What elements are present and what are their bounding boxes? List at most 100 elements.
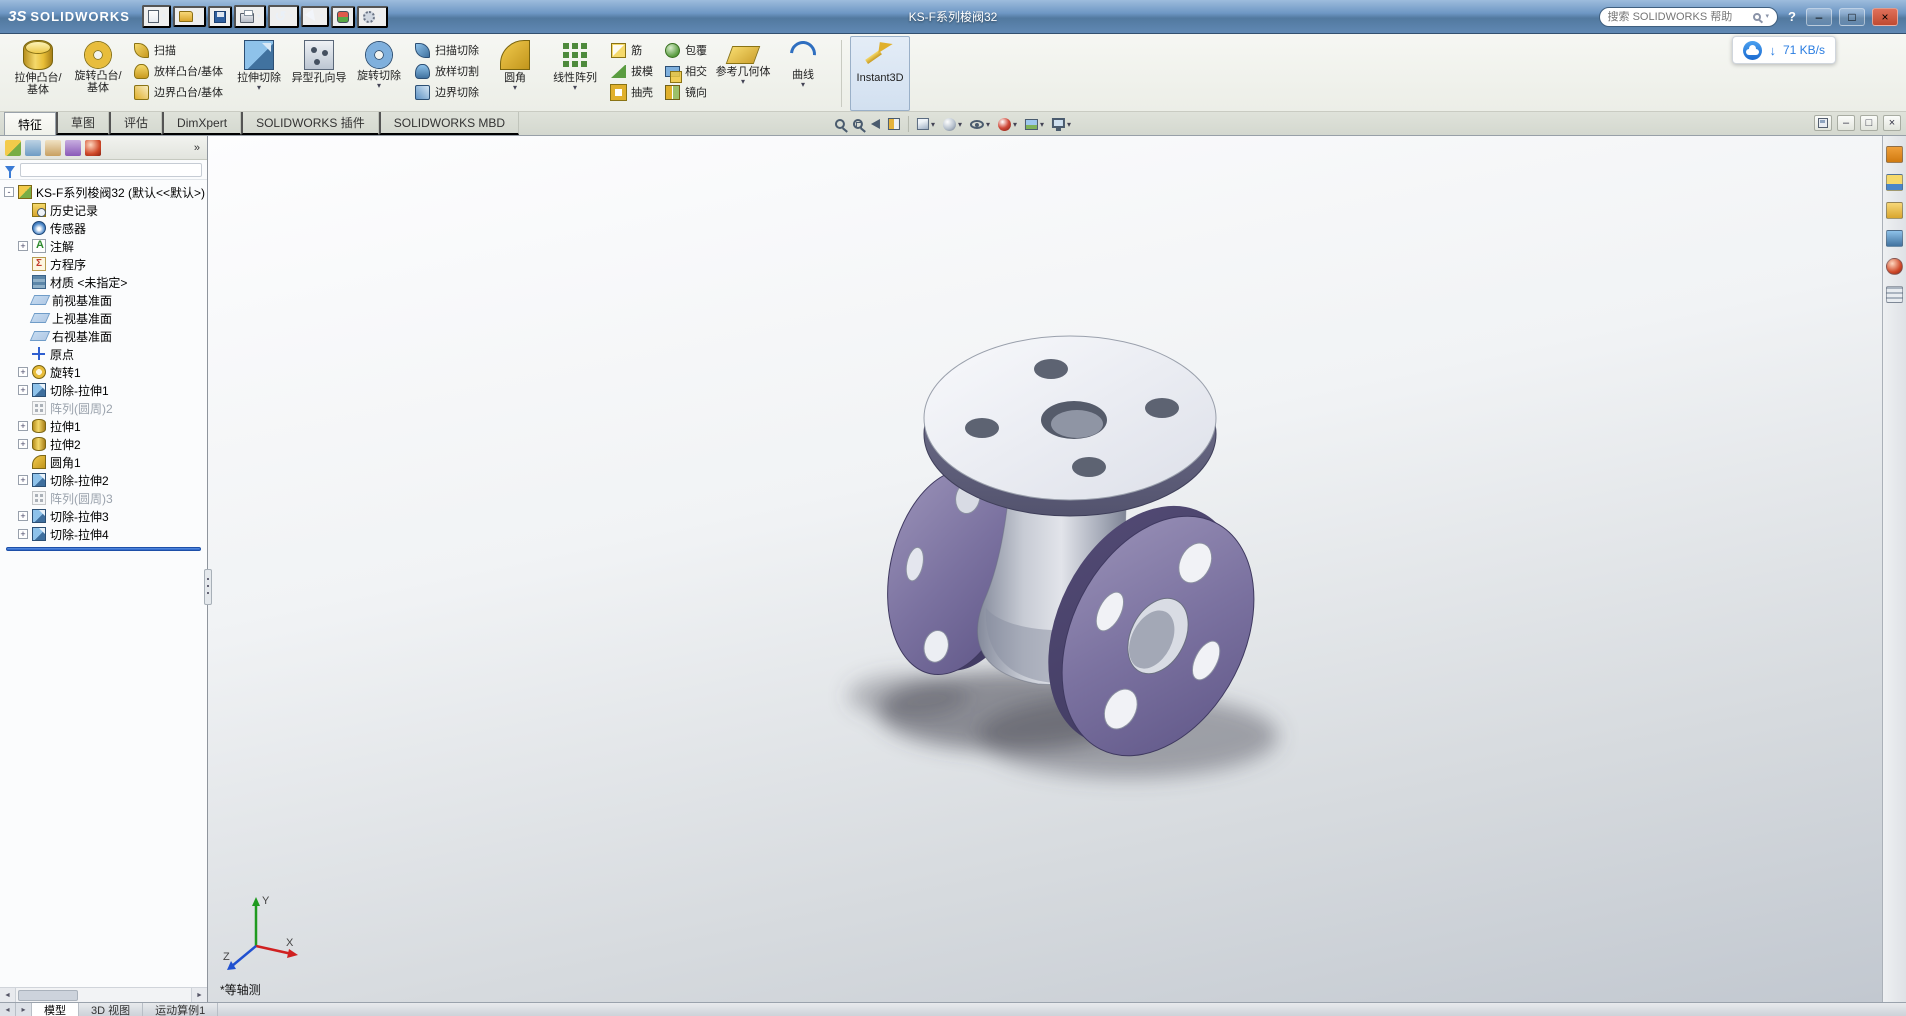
hide-show-items-button[interactable]: ▾ [967, 118, 993, 131]
shell-button[interactable]: 抽壳 [608, 83, 656, 101]
open-document-button[interactable]: ▾ [173, 6, 206, 27]
tree-item-right-plane[interactable]: 右视基准面 [0, 327, 207, 345]
expand-toggle[interactable]: + [18, 385, 28, 395]
tree-item-equations[interactable]: 方程序 [0, 255, 207, 273]
tree-root-item[interactable]: - KS-F系列梭阀32 (默认<<默认>) [0, 183, 207, 201]
select-button[interactable]: ▾ [301, 6, 330, 27]
view-orientation-button[interactable]: ▾ [914, 116, 938, 132]
instant3d-button[interactable]: Instant3D [850, 36, 910, 111]
expand-toggle[interactable]: + [18, 367, 28, 377]
tree-item-extrude1[interactable]: + 拉伸1 [0, 417, 207, 435]
tree-item-front-plane[interactable]: 前视基准面 [0, 291, 207, 309]
expand-toggle[interactable]: + [18, 511, 28, 521]
boundary-cut-button[interactable]: 边界切除 [412, 83, 482, 101]
tab-dimxpert[interactable]: DimXpert [162, 112, 241, 135]
expand-toggle[interactable]: + [18, 529, 28, 539]
tab-scroll-prev-button[interactable]: ◂ [0, 1003, 16, 1016]
tree-item-origin[interactable]: 原点 [0, 345, 207, 363]
swept-boss-button[interactable]: 扫描 [131, 41, 226, 59]
document-restore-button[interactable]: □ [1860, 115, 1878, 131]
tab-motion-study-1[interactable]: 运动算例1 [143, 1003, 218, 1016]
mirror-button[interactable]: 镜向 [662, 83, 710, 101]
expand-toggle[interactable] [18, 295, 28, 305]
reference-geometry-button[interactable]: 参考几何体 ▾ [713, 36, 773, 111]
lofted-cut-button[interactable]: 放样切割 [412, 62, 482, 80]
featuremanager-tab-icon[interactable] [5, 140, 21, 156]
download-speed-badge[interactable]: ↓ 71 KB/s [1732, 36, 1836, 64]
tree-item-sensors[interactable]: 传感器 [0, 219, 207, 237]
scrollbar-thumb[interactable] [18, 990, 78, 1001]
apply-scene-button[interactable]: ▾ [1022, 117, 1047, 132]
taskpane-design-library-icon[interactable] [1886, 174, 1903, 191]
section-view-button[interactable] [885, 116, 903, 132]
hole-wizard-button[interactable]: 异型孔向导 [289, 36, 349, 111]
tab-3d-views[interactable]: 3D 视图 [79, 1003, 143, 1016]
taskpane-view-palette-icon[interactable] [1886, 230, 1903, 247]
taskpane-custom-properties-icon[interactable] [1886, 286, 1903, 303]
lofted-boss-button[interactable]: 放样凸台/基体 [131, 62, 226, 80]
revolved-cut-button[interactable]: 旋转切除 ▾ [349, 36, 409, 111]
tree-item-revolve1[interactable]: + 旋转1 [0, 363, 207, 381]
tree-item-annotations[interactable]: + 注解 [0, 237, 207, 255]
search-input[interactable] [1608, 11, 1748, 23]
tab-evaluate[interactable]: 评估 [109, 112, 162, 135]
tree-item-cut-extrude1[interactable]: + 切除-拉伸1 [0, 381, 207, 399]
propertymanager-tab-icon[interactable] [25, 140, 41, 156]
expand-toggle[interactable] [18, 277, 28, 287]
tab-scroll-next-button[interactable]: ▸ [16, 1003, 32, 1016]
window-restore-button[interactable]: □ [1839, 8, 1865, 26]
window-close-button[interactable]: × [1872, 8, 1898, 26]
intersect-button[interactable]: 相交 [662, 62, 710, 80]
tree-item-history[interactable]: 历史记录 [0, 201, 207, 219]
document-minimize-button[interactable]: – [1837, 115, 1855, 131]
save-button[interactable] [208, 6, 232, 28]
view-settings-button[interactable]: ▾ [1049, 116, 1074, 133]
taskpane-file-explorer-icon[interactable] [1886, 202, 1903, 219]
help-search-box[interactable]: ▾ [1599, 7, 1779, 27]
tree-item-cut-extrude3[interactable]: + 切除-拉伸3 [0, 507, 207, 525]
model-3d[interactable] [208, 136, 1882, 1002]
previous-view-button[interactable] [868, 117, 883, 131]
expand-toggle[interactable] [18, 457, 28, 467]
filter-field[interactable] [20, 163, 202, 177]
rib-button[interactable]: 筋 [608, 41, 656, 59]
filter-icon[interactable] [5, 166, 15, 173]
expand-toggle[interactable] [18, 403, 28, 413]
edit-appearance-button[interactable]: ▾ [995, 116, 1020, 133]
tab-solidworks-addins[interactable]: SOLIDWORKS 插件 [241, 112, 379, 135]
tree-item-cirpattern3[interactable]: 阵列(圆周)3 [0, 489, 207, 507]
linear-pattern-button[interactable]: 线性阵列 ▾ [545, 36, 605, 111]
expand-toggle[interactable]: + [18, 439, 28, 449]
rebuild-button[interactable] [331, 6, 355, 28]
tree-item-fillet1[interactable]: 圆角1 [0, 453, 207, 471]
panel-flyout-chevron[interactable]: » [192, 142, 202, 154]
expand-toggle[interactable] [18, 331, 28, 341]
wrap-button[interactable]: 包覆 [662, 41, 710, 59]
options-button[interactable]: ▾ [357, 6, 388, 28]
tree-item-cut-extrude2[interactable]: + 切除-拉伸2 [0, 471, 207, 489]
expand-toggle[interactable] [18, 223, 28, 233]
expand-toggle[interactable]: + [18, 241, 28, 251]
rollback-bar[interactable] [6, 547, 201, 551]
tree-horizontal-scrollbar[interactable]: ◄ ► [0, 987, 207, 1002]
dimxpertmanager-tab-icon[interactable] [65, 140, 81, 156]
tab-model[interactable]: 模型 [32, 1003, 79, 1016]
revolved-boss-button[interactable]: 旋转凸台/基体 [68, 36, 128, 111]
zoom-fit-button[interactable] [832, 117, 848, 131]
new-document-button[interactable]: ▾ [142, 5, 172, 28]
window-minimize-button[interactable]: – [1806, 8, 1832, 26]
displaymanager-tab-icon[interactable] [85, 140, 101, 156]
tree-item-material[interactable]: 材质 <未指定> [0, 273, 207, 291]
print-button[interactable]: ▾ [234, 5, 267, 28]
expand-toggle[interactable]: + [18, 475, 28, 485]
tab-solidworks-mbd[interactable]: SOLIDWORKS MBD [379, 112, 519, 135]
tree-item-cut-extrude4[interactable]: + 切除-拉伸4 [0, 525, 207, 543]
expand-toggle[interactable] [18, 493, 28, 503]
expand-toggle[interactable]: + [18, 421, 28, 431]
expand-toggle[interactable]: - [4, 187, 14, 197]
tree-item-cirpattern2[interactable]: 阵列(圆周)2 [0, 399, 207, 417]
extruded-cut-button[interactable]: 拉伸切除 ▾ [229, 36, 289, 111]
configurationmanager-tab-icon[interactable] [45, 140, 61, 156]
swept-cut-button[interactable]: 扫描切除 [412, 41, 482, 59]
scroll-right-button[interactable]: ► [191, 988, 207, 1002]
